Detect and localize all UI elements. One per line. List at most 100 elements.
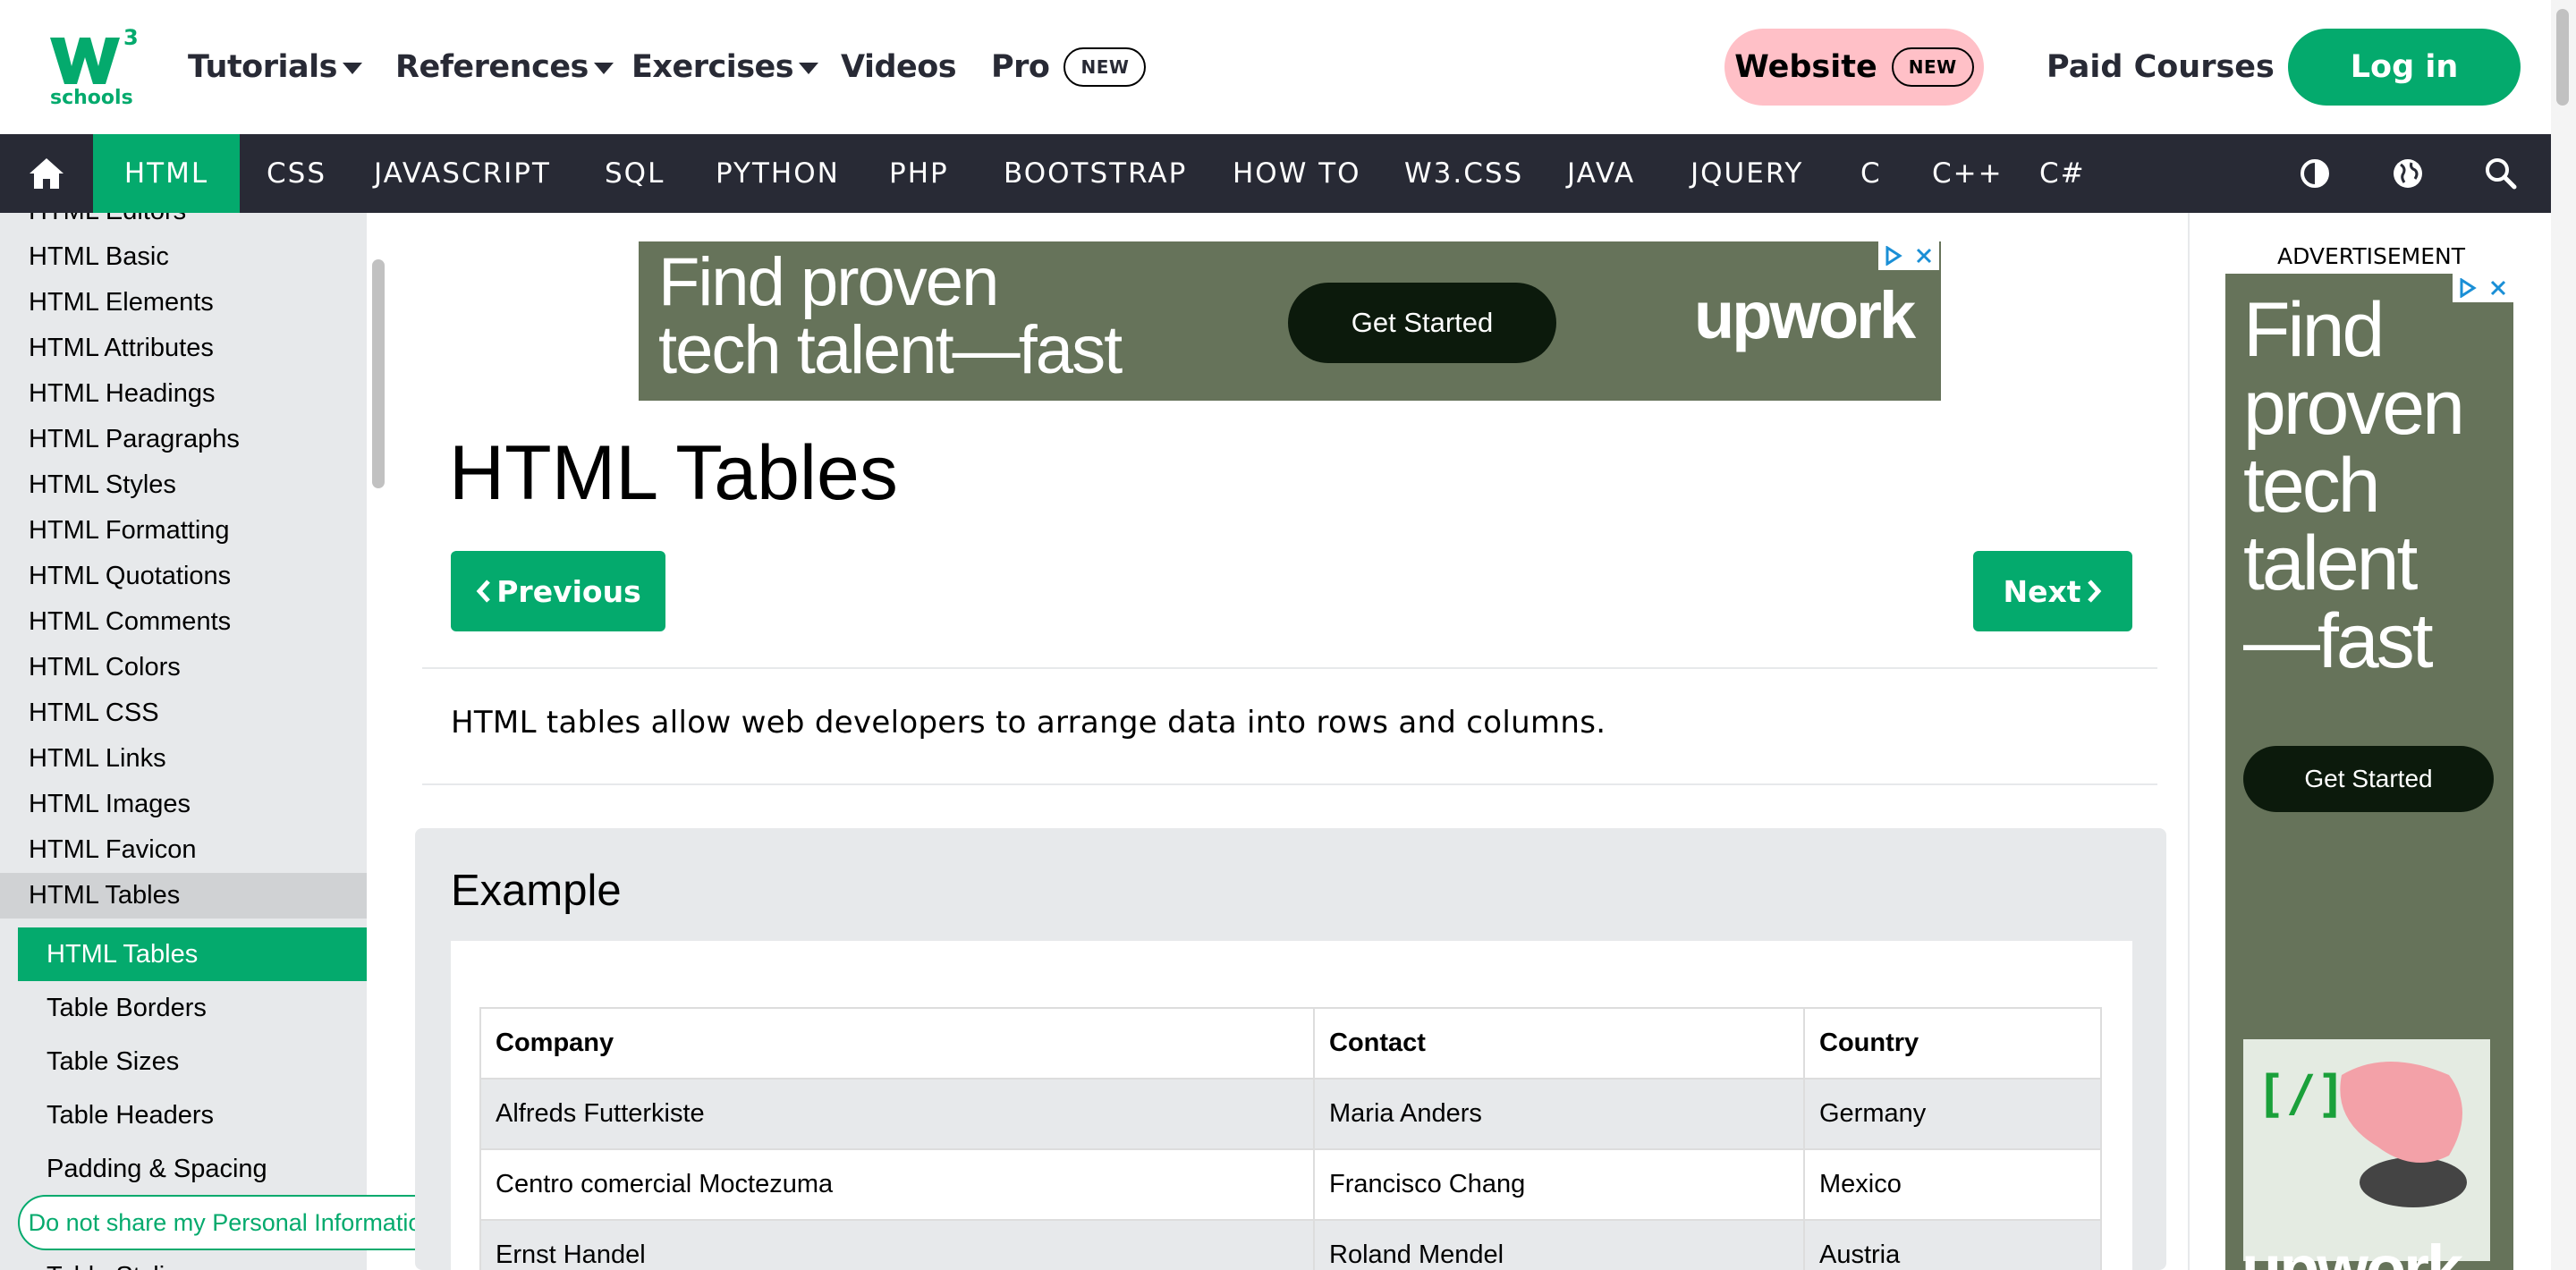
- svg-text:[/]: [/]: [2256, 1065, 2346, 1123]
- ad-get-started-button[interactable]: Get Started: [1288, 283, 1556, 363]
- topic-python[interactable]: PYTHON: [716, 134, 840, 213]
- menu-videos[interactable]: Videos: [841, 45, 957, 89]
- close-icon: [2490, 280, 2506, 296]
- sidebar-subitem-html-tables[interactable]: HTML Tables: [18, 927, 367, 981]
- menu-tutorials[interactable]: Tutorials: [188, 45, 362, 89]
- topic-css[interactable]: CSS: [267, 134, 326, 213]
- page-scrollbar-thumb[interactable]: [2556, 9, 2569, 106]
- login-button[interactable]: Log in: [2288, 29, 2521, 106]
- example-table: Company Contact Country Alfreds Futterki…: [479, 1007, 2102, 1270]
- sidebar-scrollbar-thumb[interactable]: [372, 259, 385, 488]
- side-ad-close-button[interactable]: [2483, 274, 2513, 302]
- close-icon: [1916, 248, 1932, 264]
- ad-brand-logo: upwork: [1694, 278, 1916, 352]
- divider: [422, 667, 2157, 669]
- next-button[interactable]: Next: [1973, 551, 2132, 631]
- table-header-country: Country: [1803, 1007, 2102, 1080]
- sidebar-item-html-favicon[interactable]: HTML Favicon: [29, 827, 196, 873]
- table-cell: Mexico: [1803, 1148, 2102, 1221]
- table-header-company: Company: [479, 1007, 1315, 1080]
- svg-text:schools: schools: [50, 87, 133, 107]
- topic-javascript[interactable]: JAVASCRIPT: [374, 134, 551, 213]
- sidebar-item-html-styles[interactable]: HTML Styles: [29, 462, 176, 508]
- sidebar-item-html-paragraphs[interactable]: HTML Paragraphs: [29, 417, 240, 462]
- sidebar-item-html-quotations[interactable]: HTML Quotations: [29, 554, 231, 599]
- search-button[interactable]: [2474, 134, 2528, 213]
- menu-references[interactable]: References: [395, 45, 614, 89]
- topic-php[interactable]: PHP: [889, 134, 949, 213]
- page-title: HTML Tables: [449, 430, 898, 516]
- side-ad[interactable]: Find proven tech talent —fast Get Starte…: [2225, 274, 2513, 1270]
- table-cell: Maria Anders: [1313, 1078, 1805, 1150]
- sidebar-item-html-formatting[interactable]: HTML Formatting: [29, 508, 230, 554]
- table-cell: Ernst Handel: [479, 1219, 1315, 1270]
- example-heading: Example: [451, 867, 622, 915]
- sidebar-item-html-comments[interactable]: HTML Comments: [29, 599, 231, 645]
- ad-headline-line-2: tech talent—fast: [658, 312, 1123, 388]
- chevron-right-icon: [2087, 580, 2101, 603]
- side-ad-headline-2: proven: [2243, 365, 2465, 451]
- sidebar-item-html-css[interactable]: HTML CSS: [29, 690, 159, 736]
- menu-pro-label: Pro: [991, 49, 1050, 85]
- w3schools-logo[interactable]: 3 schools: [48, 25, 139, 109]
- sidebar-item-html-links[interactable]: HTML Links: [29, 736, 166, 782]
- side-ad-info-button[interactable]: [2453, 274, 2483, 302]
- new-badge: NEW: [1891, 47, 1974, 87]
- ad-close-button[interactable]: [1909, 241, 1939, 270]
- website-button[interactable]: Website NEW: [1724, 29, 1984, 106]
- topic-w3css[interactable]: W3.CSS: [1404, 134, 1523, 213]
- privacy-optout-button[interactable]: Do not share my Personal Information: [18, 1195, 445, 1250]
- home-button[interactable]: [0, 134, 93, 213]
- topic-bootstrap[interactable]: BOOTSTRAP: [1004, 134, 1187, 213]
- topic-howto[interactable]: HOW TO: [1233, 134, 1361, 213]
- sidebar-item-html-images[interactable]: HTML Images: [29, 782, 191, 827]
- sidebar-subitem-table-styling[interactable]: Table Styling: [18, 1249, 367, 1270]
- sidebar-subitem-table-sizes[interactable]: Table Sizes: [18, 1035, 367, 1088]
- table-cell: Centro comercial Moctezuma: [479, 1148, 1315, 1221]
- topic-html[interactable]: HTML: [93, 134, 240, 213]
- previous-button[interactable]: Previous: [451, 551, 665, 631]
- new-badge: NEW: [1063, 47, 1147, 87]
- sidebar-item-html-tables[interactable]: HTML Tables: [29, 873, 180, 919]
- language-button[interactable]: [2381, 134, 2435, 213]
- contrast-icon: [2301, 159, 2329, 188]
- globe-icon: [2394, 159, 2422, 188]
- topic-csharp[interactable]: C#: [2039, 134, 2086, 213]
- sidebar-item-html-attributes[interactable]: HTML Attributes: [29, 326, 214, 371]
- sidebar-item-html-basic[interactable]: HTML Basic: [29, 234, 169, 280]
- menu-pro[interactable]: Pro NEW: [991, 45, 1147, 89]
- ad-info-button[interactable]: [1878, 241, 1909, 270]
- page-scrollbar[interactable]: [2551, 0, 2576, 1270]
- topic-navbar: HTML CSS JAVASCRIPT SQL PYTHON PHP BOOTS…: [0, 134, 2551, 213]
- sidebar-item-html-elements[interactable]: HTML Elements: [29, 280, 214, 326]
- side-ad-illustration: [/]: [2243, 1039, 2490, 1261]
- paid-courses-link[interactable]: Paid Courses: [2046, 45, 2275, 89]
- table-cell: Francisco Chang: [1313, 1148, 1805, 1221]
- sidebar-item-html-headings[interactable]: HTML Headings: [29, 371, 215, 417]
- top-ad-banner[interactable]: Find proven tech talent—fast Get Started…: [639, 241, 1941, 401]
- previous-button-label: Previous: [496, 573, 641, 609]
- sidebar-item-html-editors[interactable]: HTML Editors: [29, 213, 186, 234]
- topic-java[interactable]: JAVA: [1567, 134, 1635, 213]
- side-ad-headline-4: talent: [2243, 521, 2418, 606]
- theme-toggle-button[interactable]: [2288, 134, 2342, 213]
- menu-exercises[interactable]: Exercises: [631, 45, 819, 89]
- side-ad-get-started-button[interactable]: Get Started: [2243, 746, 2494, 812]
- sidebar-subitem-table-borders[interactable]: Table Borders: [18, 981, 367, 1035]
- table-row: Centro comercial Moctezuma Francisco Cha…: [479, 1148, 2102, 1221]
- sidebar-subitem-table-headers[interactable]: Table Headers: [18, 1088, 367, 1142]
- side-ad-headline-3: tech: [2243, 443, 2381, 529]
- topic-c[interactable]: C: [1860, 134, 1882, 213]
- topic-cpp[interactable]: C++: [1932, 134, 2004, 213]
- sidebar-item-html-colors[interactable]: HTML Colors: [29, 645, 181, 690]
- menu-references-label: References: [395, 49, 589, 85]
- sidebar-subitem-padding-spacing[interactable]: Padding & Spacing: [18, 1142, 367, 1196]
- search-icon: [2486, 158, 2517, 190]
- topic-jquery[interactable]: JQUERY: [1690, 134, 1803, 213]
- table-cell: Roland Mendel: [1313, 1219, 1805, 1270]
- sidebar: HTML Editors HTML Basic HTML Elements HT…: [0, 213, 367, 1270]
- topic-sql[interactable]: SQL: [605, 134, 665, 213]
- table-row: Ernst Handel Roland Mendel Austria: [479, 1219, 2102, 1270]
- table-row: Alfreds Futterkiste Maria Anders Germany: [479, 1078, 2102, 1150]
- next-button-label: Next: [2003, 573, 2081, 609]
